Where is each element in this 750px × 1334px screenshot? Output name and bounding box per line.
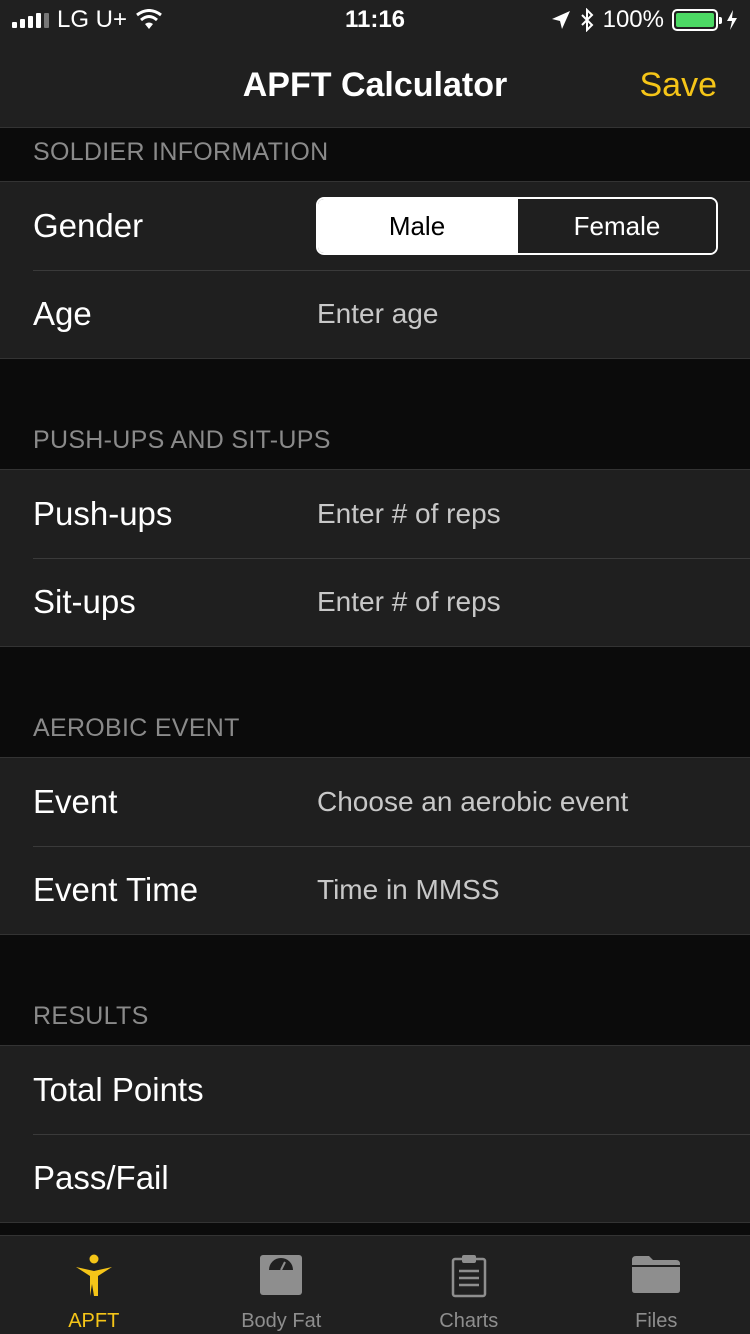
tab-body-fat-label: Body Fat: [241, 1310, 322, 1332]
tab-files-label: Files: [635, 1310, 678, 1332]
situps-label: Sit-ups: [33, 583, 136, 620]
event-time-label: Event Time: [33, 871, 199, 908]
total-points-label: Total Points: [33, 1071, 204, 1108]
age-label: Age: [33, 295, 92, 332]
section-header-pushups-situps: PUSH-UPS AND SIT-UPS: [33, 426, 331, 454]
navigation-bar: APFT Calculator Save: [0, 40, 750, 128]
battery-percent: 100%: [602, 6, 664, 33]
total-points-row: Total Points: [0, 1046, 750, 1134]
event-time-input[interactable]: [317, 874, 730, 906]
gender-male-segment[interactable]: Male: [318, 199, 516, 253]
section-header-aerobic: AEROBIC EVENT: [33, 714, 240, 742]
signal-icon: [12, 12, 49, 28]
gender-row: Gender Male Female: [0, 182, 750, 270]
app-screen: LG U+ 11:16 100% APFT Calculator Save SO…: [0, 0, 750, 1334]
tab-bar: APFT Body Fat Charts Files: [0, 1235, 750, 1334]
event-picker-field[interactable]: [317, 786, 730, 818]
section-header-results: RESULTS: [33, 1002, 149, 1030]
tab-body-fat[interactable]: Body Fat: [188, 1236, 376, 1334]
carrier-label: LG U+: [57, 6, 128, 33]
status-bar: LG U+ 11:16 100%: [0, 0, 750, 40]
age-row: Age: [0, 270, 750, 358]
status-left: LG U+: [12, 6, 163, 34]
event-row[interactable]: Event: [0, 758, 750, 846]
results-group: Total Points Pass/Fail: [0, 1045, 750, 1223]
location-arrow-icon: [551, 11, 570, 29]
gender-label: Gender: [33, 207, 144, 244]
pushups-label: Push-ups: [33, 495, 173, 532]
status-right: 100%: [551, 6, 738, 34]
folder-icon: [632, 1256, 681, 1293]
charging-bolt-icon: [727, 10, 737, 30]
age-input[interactable]: [317, 298, 730, 330]
page-title: APFT Calculator: [242, 66, 508, 104]
aerobic-event-group: Event Event Time: [0, 757, 750, 935]
pushups-input[interactable]: [317, 498, 730, 530]
apft-figure-icon: [75, 1254, 112, 1296]
gender-female-segment[interactable]: Female: [516, 199, 716, 253]
situps-input[interactable]: [317, 586, 730, 618]
situps-row: Sit-ups: [0, 558, 750, 646]
save-button[interactable]: Save: [640, 66, 718, 105]
pass-fail-label: Pass/Fail: [33, 1159, 169, 1196]
wifi-icon: [136, 9, 162, 29]
scale-icon: [260, 1255, 303, 1295]
battery-fill: [676, 13, 714, 27]
pushups-situps-group: Push-ups Sit-ups: [0, 469, 750, 647]
tab-apft-label: APFT: [68, 1310, 120, 1332]
event-time-row: Event Time: [0, 846, 750, 934]
bluetooth-icon: [580, 8, 594, 32]
soldier-info-group: Gender Male Female Age: [0, 181, 750, 359]
event-label: Event: [33, 783, 118, 820]
tab-charts[interactable]: Charts: [375, 1236, 563, 1334]
tab-apft[interactable]: APFT: [0, 1236, 188, 1334]
tab-charts-label: Charts: [439, 1310, 499, 1332]
pushups-row: Push-ups: [0, 470, 750, 558]
clipboard-icon: [451, 1255, 486, 1298]
tab-files[interactable]: Files: [563, 1236, 750, 1334]
pass-fail-row: Pass/Fail: [0, 1134, 750, 1222]
battery-icon: [672, 9, 722, 31]
section-header-soldier: SOLDIER INFORMATION: [33, 138, 329, 166]
gender-segmented-control[interactable]: Male Female: [316, 197, 718, 255]
